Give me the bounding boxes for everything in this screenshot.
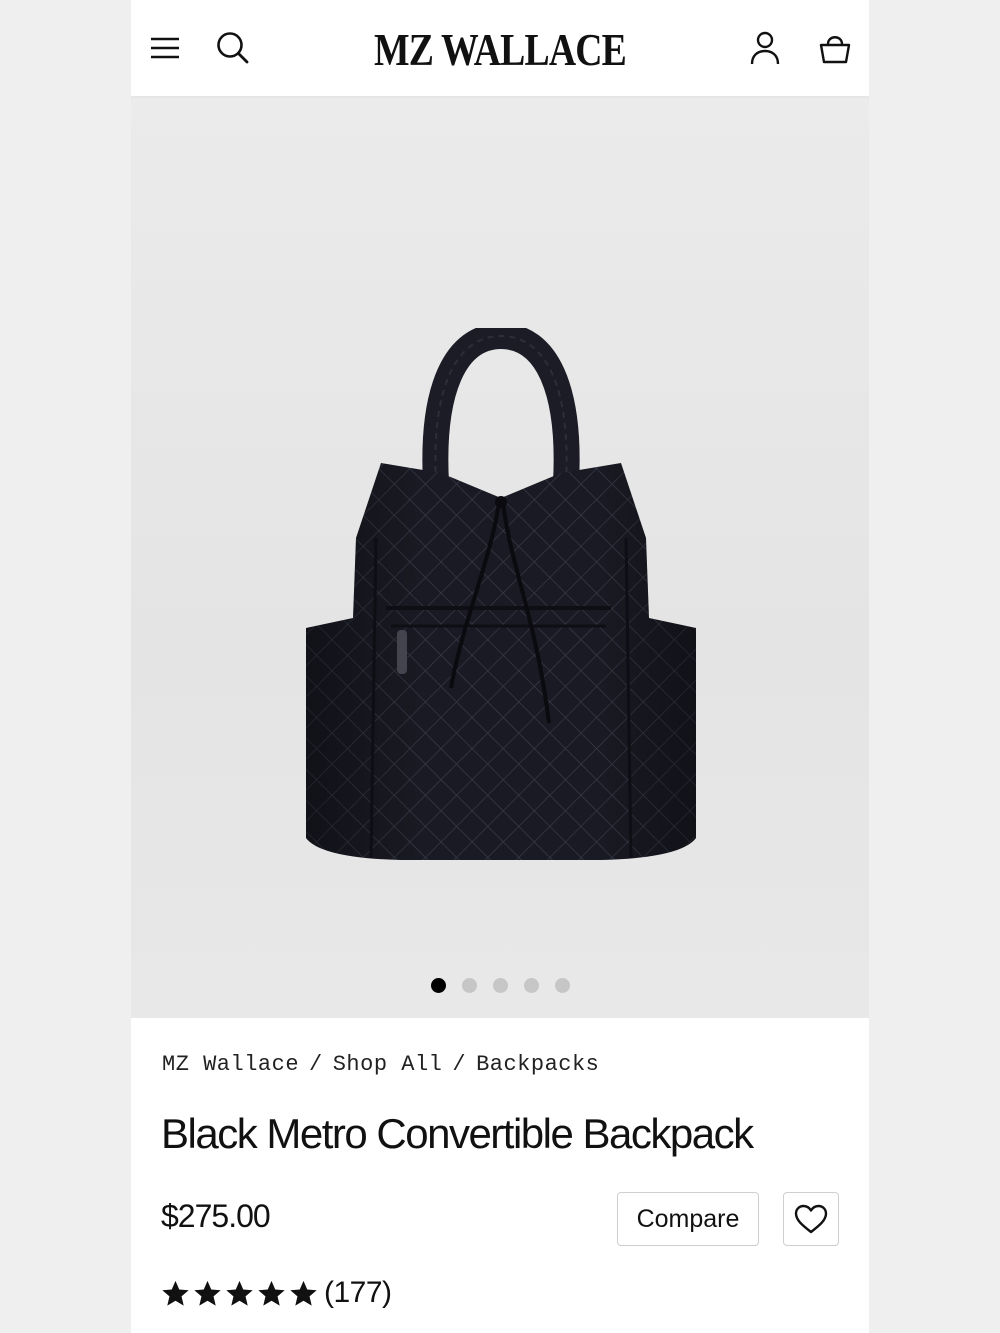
account-icon[interactable] [745, 28, 785, 68]
gallery-dot-3[interactable] [492, 978, 508, 993]
product-rating[interactable]: (177) [161, 1276, 392, 1310]
star-icon [162, 1280, 189, 1306]
site-header: MZ WALLACE [131, 0, 869, 98]
cart-icon[interactable] [815, 28, 855, 68]
gallery-dot-2[interactable] [461, 978, 477, 993]
gallery-dot-5[interactable] [554, 978, 570, 993]
product-gallery[interactable] [131, 98, 869, 1018]
gallery-pagination [131, 978, 869, 993]
breadcrumb-separator: / [452, 1052, 467, 1077]
breadcrumb: MZ Wallace / Shop All / Backpacks [162, 1052, 599, 1077]
star-icon [290, 1280, 317, 1306]
brand-logo[interactable]: MZ WALLACE [197, 22, 802, 78]
product-title: Black Metro Convertible Backpack [161, 1110, 754, 1157]
gallery-dot-4[interactable] [523, 978, 539, 993]
star-icon [194, 1280, 221, 1306]
rating-stars [161, 1279, 318, 1308]
star-icon [226, 1280, 253, 1306]
page-frame: MZ WALLACE MZ Wallace / Shop All / Backp… [131, 0, 869, 1333]
breadcrumb-item-shop-all[interactable]: Shop All [333, 1052, 443, 1077]
product-price: $275.00 [161, 1198, 271, 1234]
breadcrumb-separator: / [309, 1052, 323, 1077]
gallery-dot-1[interactable] [430, 978, 446, 993]
review-count[interactable]: (177) [324, 1276, 392, 1310]
backpack-image [306, 328, 696, 860]
star-icon [258, 1280, 285, 1306]
breadcrumb-item-home[interactable]: MZ Wallace [162, 1052, 299, 1077]
breadcrumb-item-backpacks[interactable]: Backpacks [476, 1052, 599, 1077]
wishlist-button[interactable] [783, 1192, 839, 1246]
compare-button[interactable]: Compare [617, 1192, 759, 1246]
menu-icon[interactable] [145, 28, 185, 68]
heart-icon [794, 1204, 828, 1234]
